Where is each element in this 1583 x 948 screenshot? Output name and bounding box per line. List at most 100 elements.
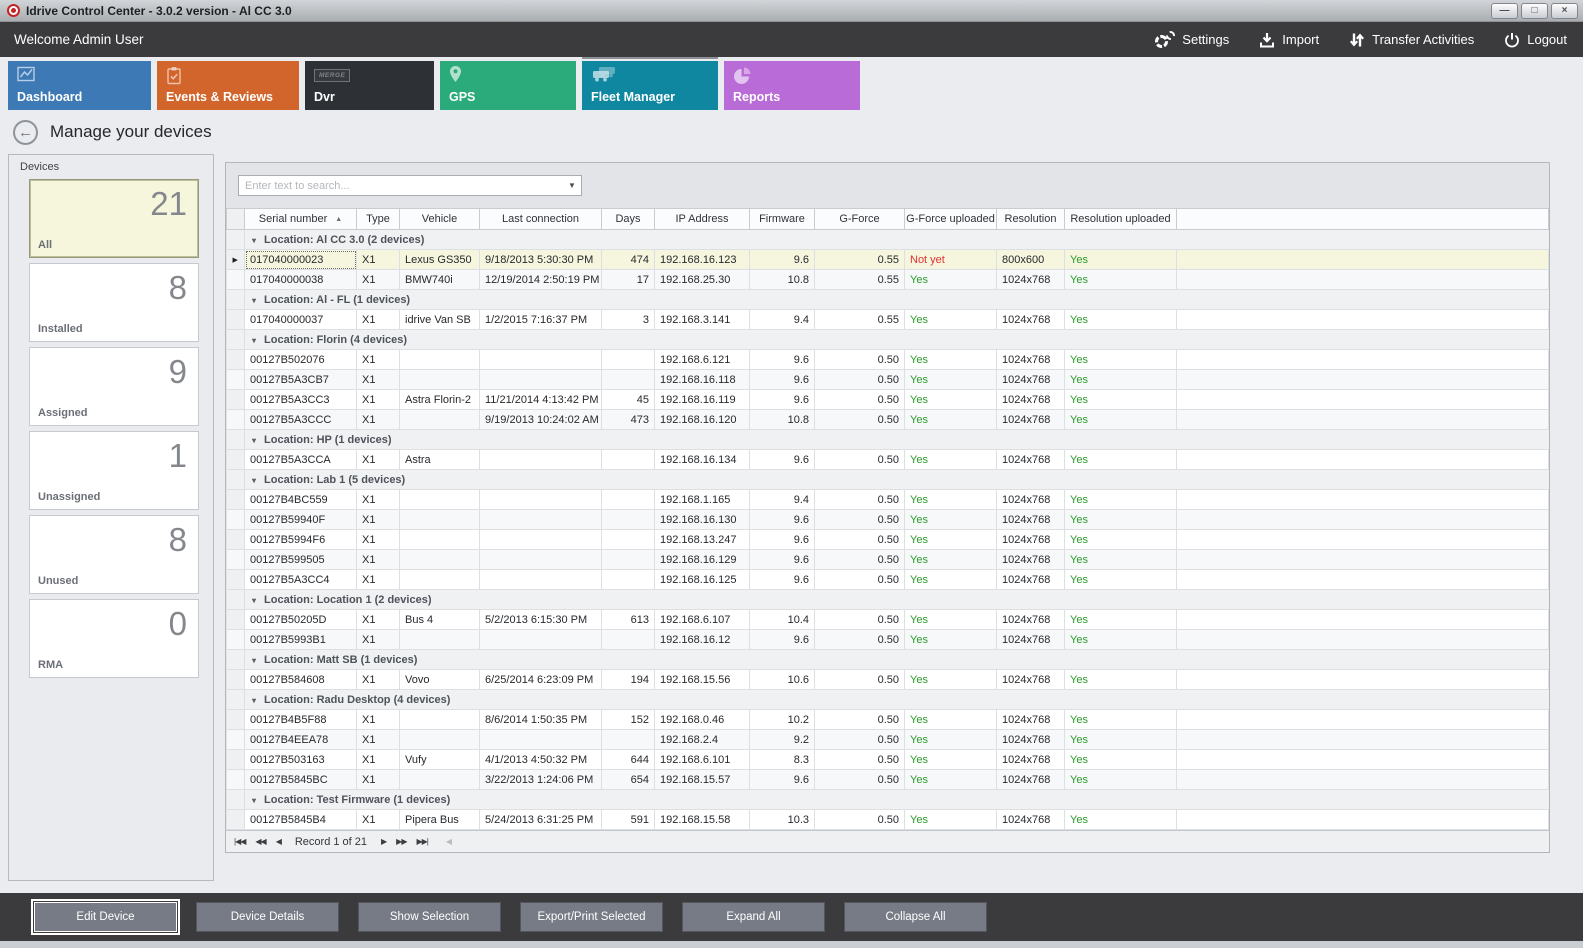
cell-last_connection (480, 530, 602, 550)
tab-fleet-manager[interactable]: Fleet Manager (582, 61, 718, 110)
device-row[interactable]: 00127B5A3CCAX1Astra192.168.16.1349.60.50… (227, 450, 1549, 470)
last-record-button[interactable]: ▶▶| (416, 837, 427, 846)
tab-dashboard[interactable]: Dashboard (8, 61, 151, 110)
clipboard-icon (166, 66, 182, 85)
filler-cell (1177, 490, 1549, 510)
column-header-gforce[interactable]: G-Force (815, 209, 905, 230)
trucks-icon (591, 66, 617, 84)
collapse-icon[interactable]: ▾ (252, 476, 256, 485)
group-row[interactable]: ▾Location: Al - FL (1 devices) (227, 290, 1549, 310)
filler-cell (1177, 450, 1549, 470)
group-row[interactable]: ▾Location: Lab 1 (5 devices) (227, 470, 1549, 490)
settings-button[interactable]: Settings (1155, 31, 1229, 49)
close-button[interactable]: × (1551, 3, 1578, 19)
column-header-vehicle[interactable]: Vehicle (400, 209, 480, 230)
collapse-icon[interactable]: ▾ (252, 796, 256, 805)
group-row[interactable]: ▾Location: Test Firmware (1 devices) (227, 790, 1549, 810)
collapse-icon[interactable]: ▾ (252, 296, 256, 305)
scroll-left-icon: ◀ (446, 837, 451, 846)
collapse-icon[interactable]: ▾ (252, 596, 256, 605)
device-row[interactable]: 017040000038X1BMW740i12/19/2014 2:50:19 … (227, 270, 1549, 290)
column-header-gforce-uploaded[interactable]: G-Force uploaded (905, 209, 997, 230)
cell-ip: 192.168.3.141 (655, 310, 750, 330)
device-row[interactable]: 00127B4B5F88X18/6/2014 1:50:35 PM152192.… (227, 710, 1549, 730)
column-header-resolution-uploaded[interactable]: Resolution uploaded (1065, 209, 1177, 230)
device-row[interactable]: 00127B4EEA78X1192.168.2.49.20.50Yes1024x… (227, 730, 1549, 750)
device-row[interactable]: 00127B5993B1X1192.168.16.129.60.50Yes102… (227, 630, 1549, 650)
device-row[interactable]: 017040000037X1idrive Van SB1/2/2015 7:16… (227, 310, 1549, 330)
back-button[interactable]: ← (13, 120, 38, 145)
transfer-activities-button[interactable]: Transfer Activities (1349, 32, 1474, 48)
prev-record-button[interactable]: ◀ (276, 837, 281, 846)
next-page-button[interactable]: ▶▶ (396, 837, 406, 846)
group-row[interactable]: ▾Location: Location 1 (2 devices) (227, 590, 1549, 610)
prev-page-button[interactable]: ◀◀ (255, 837, 265, 846)
cell-firmware: 10.6 (750, 670, 815, 690)
device-row[interactable]: 00127B5A3CB7X1192.168.16.1189.60.50Yes10… (227, 370, 1549, 390)
expand-all-button[interactable]: Expand All (682, 902, 825, 932)
tab-gps[interactable]: GPS (440, 61, 576, 110)
device-row[interactable]: 00127B5A3CC4X1192.168.16.1259.60.50Yes10… (227, 570, 1549, 590)
device-filter-card-assigned[interactable]: 9Assigned (29, 347, 199, 426)
group-row[interactable]: ▾Location: Florin (4 devices) (227, 330, 1549, 350)
module-tabs: Dashboard Events & Reviews MERGE Dvr GPS… (0, 57, 1583, 112)
cell-resolution_uploaded: Yes (1065, 730, 1177, 750)
device-row[interactable]: 00127B599505X1192.168.16.1299.60.50Yes10… (227, 550, 1549, 570)
device-filter-card-installed[interactable]: 8Installed (29, 263, 199, 342)
minimize-button[interactable]: — (1491, 3, 1518, 19)
collapse-icon[interactable]: ▾ (252, 656, 256, 665)
export-print-selected-button[interactable]: Export/Print Selected (520, 902, 663, 932)
device-row[interactable]: ▶017040000023X1Lexus GS3509/18/2013 5:30… (227, 250, 1549, 270)
group-row[interactable]: ▾Location: HP (1 devices) (227, 430, 1549, 450)
next-record-button[interactable]: ▶ (381, 837, 386, 846)
device-row[interactable]: 00127B502076X1192.168.6.1219.60.50Yes102… (227, 350, 1549, 370)
device-filter-card-unassigned[interactable]: 1Unassigned (29, 431, 199, 510)
device-row[interactable]: 00127B5845B4X1Pipera Bus5/24/2013 6:31:2… (227, 810, 1549, 830)
column-header-resolution[interactable]: Resolution (997, 209, 1065, 230)
cell-firmware: 9.2 (750, 730, 815, 750)
edit-device-button[interactable]: Edit Device (34, 902, 177, 932)
device-row[interactable]: 00127B59940FX1192.168.16.1309.60.50Yes10… (227, 510, 1549, 530)
device-row[interactable]: 00127B584608X1Vovo6/25/2014 6:23:09 PM19… (227, 670, 1549, 690)
search-input[interactable] (239, 180, 563, 192)
device-row[interactable]: 00127B50205DX1Bus 45/2/2013 6:15:30 PM61… (227, 610, 1549, 630)
cell-vehicle: Bus 4 (400, 610, 480, 630)
cell-resolution_uploaded: Yes (1065, 490, 1177, 510)
tab-events-reviews[interactable]: Events & Reviews (157, 61, 299, 110)
group-row[interactable]: ▾Location: Radu Desktop (4 devices) (227, 690, 1549, 710)
group-row[interactable]: ▾Location: Matt SB (1 devices) (227, 650, 1549, 670)
collapse-icon[interactable]: ▾ (252, 696, 256, 705)
collapse-icon[interactable]: ▾ (252, 236, 256, 245)
device-row[interactable]: 00127B5994F6X1192.168.13.2479.60.50Yes10… (227, 530, 1549, 550)
device-details-button[interactable]: Device Details (196, 902, 339, 932)
import-button[interactable]: Import (1259, 32, 1319, 48)
device-filter-card-all[interactable]: 21All (29, 179, 199, 258)
device-filter-card-rma[interactable]: 0RMA (29, 599, 199, 678)
collapse-icon[interactable]: ▾ (252, 336, 256, 345)
group-row[interactable]: ▾Location: Al CC 3.0 (2 devices) (227, 230, 1549, 250)
device-row[interactable]: 00127B5845BCX13/22/2013 1:24:06 PM654192… (227, 770, 1549, 790)
maximize-button[interactable]: □ (1521, 3, 1548, 19)
collapse-all-button[interactable]: Collapse All (844, 902, 987, 932)
device-row[interactable]: 00127B503163X1Vufy4/1/2013 4:50:32 PM644… (227, 750, 1549, 770)
column-header-type[interactable]: Type (357, 209, 400, 230)
tab-dvr[interactable]: MERGE Dvr (305, 61, 434, 110)
column-header-ip[interactable]: IP Address (655, 209, 750, 230)
column-header-last-connection[interactable]: Last connection (480, 209, 602, 230)
chevron-down-icon[interactable]: ▼ (563, 181, 581, 190)
device-row[interactable]: 00127B5A3CCCX19/19/2013 10:24:02 AM47319… (227, 410, 1549, 430)
tab-reports[interactable]: Reports (724, 61, 860, 110)
cell-resolution_uploaded: Yes (1065, 450, 1177, 470)
column-header-days[interactable]: Days (602, 209, 655, 230)
device-row[interactable]: 00127B5A3CC3X1Astra Florin-211/21/2014 4… (227, 390, 1549, 410)
column-header-serial[interactable]: Serial number▲ (245, 209, 357, 230)
cell-firmware: 8.3 (750, 750, 815, 770)
device-filter-card-unused[interactable]: 8Unused (29, 515, 199, 594)
cell-serial: 00127B502076 (245, 350, 357, 370)
collapse-icon[interactable]: ▾ (252, 436, 256, 445)
column-header-firmware[interactable]: Firmware (750, 209, 815, 230)
device-row[interactable]: 00127B4BC559X1192.168.1.1659.40.50Yes102… (227, 490, 1549, 510)
show-selection-button[interactable]: Show Selection (358, 902, 501, 932)
logout-button[interactable]: Logout (1504, 32, 1567, 48)
first-record-button[interactable]: |◀◀ (234, 837, 245, 846)
